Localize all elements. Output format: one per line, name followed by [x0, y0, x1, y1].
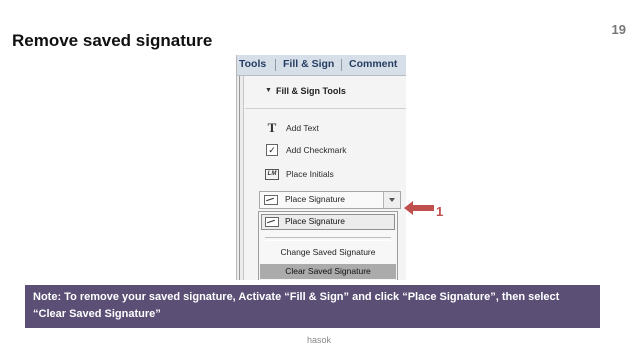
- panel-gutter: [237, 76, 244, 280]
- collapse-triangle-icon[interactable]: ▼: [265, 87, 272, 94]
- signature-icon: [264, 195, 278, 205]
- page-number: 19: [611, 22, 626, 37]
- menu-item-label: Place Signature: [285, 216, 346, 226]
- signature-dropdown-menu: Place Signature Change Saved Signature C…: [258, 211, 398, 280]
- place-initials-label: Place Initials: [286, 169, 334, 179]
- tools-pane-toolbar: Tools Fill & Sign Comment: [237, 55, 406, 76]
- place-signature-label: Place Signature: [285, 194, 346, 204]
- menu-item-clear-saved-signature[interactable]: Clear Saved Signature: [260, 264, 396, 279]
- add-checkmark-label: Add Checkmark: [286, 145, 347, 155]
- initials-icon: LM: [265, 167, 279, 181]
- slide-title: Remove saved signature: [12, 31, 213, 50]
- group-title: Fill & Sign Tools: [276, 86, 346, 96]
- menu-item-place-signature[interactable]: Place Signature: [261, 214, 395, 230]
- place-signature-combo[interactable]: Place Signature: [259, 191, 401, 209]
- fill-sign-panel-screenshot: Tools Fill & Sign Comment ▼ Fill & Sign …: [236, 55, 406, 280]
- toolbar-separator: [341, 59, 342, 71]
- tab-tools[interactable]: Tools: [239, 58, 266, 70]
- tab-fill-sign[interactable]: Fill & Sign: [283, 58, 334, 70]
- add-text-label: Add Text: [286, 123, 319, 133]
- callout-arrow-icon: [404, 201, 434, 215]
- menu-divider: [265, 237, 391, 241]
- note-text: Note: To remove your saved signature, Ac…: [33, 291, 560, 320]
- chevron-down-icon[interactable]: [383, 192, 400, 208]
- menu-item-change-saved-signature[interactable]: Change Saved Signature: [259, 247, 397, 257]
- toolbar-separator: [275, 59, 276, 71]
- fill-sign-tools-header[interactable]: ▼ Fill & Sign Tools: [245, 76, 406, 109]
- callout-number: 1: [436, 204, 444, 219]
- gutter-line: [239, 76, 240, 280]
- checkmark-icon: ✓: [265, 143, 279, 157]
- signature-icon: [265, 217, 279, 227]
- tab-comment[interactable]: Comment: [349, 58, 397, 70]
- note-box: Note: To remove your saved signature, Ac…: [25, 285, 600, 328]
- text-t-icon: T: [267, 120, 277, 135]
- footer-author: hasok: [306, 335, 332, 345]
